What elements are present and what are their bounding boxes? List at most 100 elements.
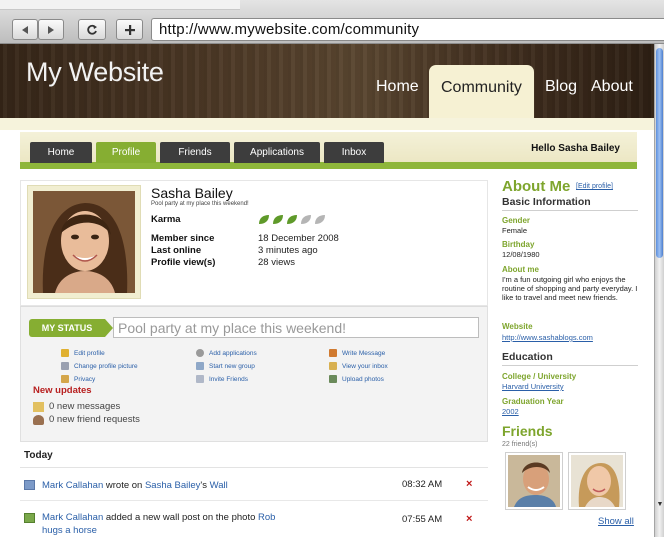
new-updates-title: New updates <box>33 385 92 396</box>
invite-icon <box>196 375 204 383</box>
profile-views-label: Profile view(s) <box>151 257 216 268</box>
arrow-right-icon <box>48 25 54 34</box>
about-sidebar: About Me [Edit profile] Basic Informatio… <box>500 176 640 537</box>
website-label: Website <box>502 322 533 331</box>
portrait-image <box>33 191 135 293</box>
feed-target-link[interactable]: Sasha Bailey <box>145 480 200 491</box>
browser-toolbar: http://www.mywebsite.com/community <box>0 0 664 44</box>
vertical-scrollbar[interactable]: ▼ <box>654 44 664 537</box>
birthday-label: Birthday <box>502 240 535 249</box>
about-label: About me <box>502 265 539 274</box>
friends-title: Friends <box>502 423 553 439</box>
wall-icon <box>24 480 35 490</box>
profile-tab-bar: Home Profile Friends Applications Inbox … <box>20 132 637 169</box>
edit-profile-link[interactable]: Edit profile <box>61 349 105 357</box>
forward-button[interactable] <box>38 19 64 40</box>
nav-home[interactable]: Home <box>376 72 419 102</box>
feed-object-link[interactable]: Wall <box>210 480 228 491</box>
person-icon <box>329 349 337 357</box>
feed-time: 08:32 AM <box>402 479 443 490</box>
privacy-link[interactable]: Privacy <box>61 375 95 383</box>
nav-blog[interactable]: Blog <box>545 72 577 102</box>
write-message-link[interactable]: Write Message <box>329 349 385 357</box>
new-tab-button[interactable] <box>116 19 143 40</box>
my-status-label: MY STATUS <box>29 319 113 337</box>
birthday-value: 12/08/1980 <box>502 250 540 259</box>
scroll-down-arrow-icon[interactable]: ▼ <box>655 501 664 511</box>
invite-friends-link[interactable]: Invite Friends <box>196 375 248 383</box>
about-me-title: About Me <box>502 178 571 195</box>
member-since-label: Member since <box>151 233 215 244</box>
basic-info-heading: Basic Information <box>502 196 638 211</box>
karma-leaf-filled-icon <box>287 215 297 224</box>
view-inbox-link[interactable]: View your inbox <box>329 362 388 370</box>
arrow-left-icon <box>22 25 28 34</box>
profile-name: Sasha Bailey <box>151 185 233 201</box>
tab-friends[interactable]: Friends <box>160 142 230 163</box>
friend-thumbnail[interactable] <box>568 452 626 510</box>
show-all-friends-link[interactable]: Show all <box>598 516 634 527</box>
nav-community[interactable]: Community <box>429 65 534 118</box>
feed-actor-link[interactable]: Mark Callahan <box>42 512 103 523</box>
url-bar[interactable]: http://www.mywebsite.com/community <box>151 18 664 41</box>
delete-icon[interactable]: × <box>466 478 472 490</box>
karma-leaf-empty-icon <box>315 215 325 224</box>
scrollbar-thumb[interactable] <box>656 48 663 258</box>
envelope-icon <box>33 401 44 412</box>
main-column: Sasha Bailey Pool party at my place this… <box>20 180 488 537</box>
tab-inbox[interactable]: Inbox <box>324 142 384 163</box>
inbox-icon <box>329 362 337 370</box>
gender-label: Gender <box>502 216 531 225</box>
graduation-link[interactable]: 2002 <box>502 407 640 416</box>
karma-label: Karma <box>151 214 181 225</box>
karma-rating <box>258 214 326 225</box>
delete-icon[interactable]: × <box>466 513 472 525</box>
edit-profile-link[interactable]: [Edit profile] <box>576 183 613 190</box>
tab-applications[interactable]: Applications <box>234 142 320 163</box>
site-header: My Website Home Community Blog About <box>0 44 654 118</box>
feed-heading: Today <box>20 444 488 468</box>
last-online-label: Last online <box>151 245 202 256</box>
tab-profile[interactable]: Profile <box>96 142 156 163</box>
karma-leaf-filled-icon <box>273 215 283 224</box>
header-underline <box>0 118 654 130</box>
status-input[interactable] <box>113 317 479 338</box>
new-messages[interactable]: 0 new messages <box>33 401 120 412</box>
start-group-link[interactable]: Start new group <box>196 362 255 370</box>
status-panel: MY STATUS Edit profile Change profile pi… <box>20 306 488 442</box>
site-title[interactable]: My Website <box>26 57 164 88</box>
member-since-value: 18 December 2008 <box>258 233 339 244</box>
friend-thumbnail[interactable] <box>505 452 563 510</box>
group-icon <box>196 362 204 370</box>
new-friend-requests[interactable]: 0 new friend requests <box>33 414 140 425</box>
friends-count: 22 friend(s) <box>502 441 538 448</box>
photo-icon <box>24 513 35 523</box>
profile-views-value: 28 views <box>258 257 295 268</box>
friend-photo <box>571 455 623 507</box>
college-link[interactable]: Harvard University <box>502 382 640 391</box>
add-applications-link[interactable]: Add applications <box>196 349 257 357</box>
gender-value: Female <box>502 226 528 235</box>
feed-time: 07:55 AM <box>402 514 443 525</box>
greeting: Hello Sasha Bailey <box>531 143 620 154</box>
profile-photo[interactable] <box>33 191 135 293</box>
education-heading: Education <box>502 351 638 366</box>
website-link[interactable]: http://www.sashablogs.com <box>502 333 640 342</box>
change-picture-link[interactable]: Change profile picture <box>61 362 138 370</box>
tab-home[interactable]: Home <box>30 142 92 163</box>
reload-button[interactable] <box>78 19 106 40</box>
about-value: I'm a fun outgoing girl who enjoys the r… <box>502 275 638 302</box>
feed-actor-link[interactable]: Mark Callahan <box>42 480 103 491</box>
feed-item: Mark Callahan added a new wall post on t… <box>20 501 488 537</box>
nav-about[interactable]: About <box>591 72 633 102</box>
karma-leaf-empty-icon <box>301 215 311 224</box>
back-button[interactable] <box>12 19 38 40</box>
gear-icon <box>196 349 204 357</box>
feed-item: Mark Callahan wrote on Sasha Bailey's Wa… <box>20 468 488 501</box>
lock-icon <box>61 375 69 383</box>
person-icon <box>33 414 44 425</box>
plus-icon <box>124 24 135 35</box>
reload-icon <box>87 24 97 35</box>
profile-status-line: Pool party at my place this weekend! <box>151 201 249 207</box>
upload-photos-link[interactable]: Upload photos <box>329 375 384 383</box>
